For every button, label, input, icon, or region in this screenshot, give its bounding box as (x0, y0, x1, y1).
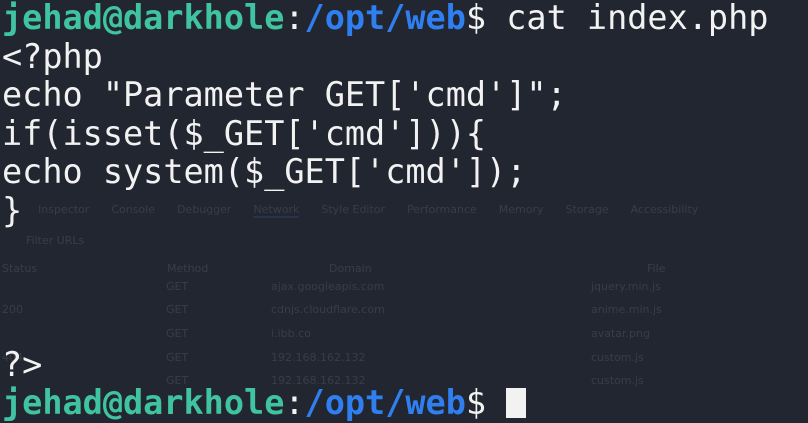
cwd: /opt/web (304, 383, 466, 422)
output-line: <?php (2, 36, 103, 76)
prompt-symbol: $ (465, 0, 507, 37)
command: cat index.php (506, 0, 769, 37)
user-host: jehad@darkhole (2, 383, 285, 422)
cursor (506, 388, 527, 418)
output-line: echo "Parameter GET['cmd']"; (2, 75, 567, 114)
prompt-line: jehad@darkhole:/opt/web$ cat index.php (2, 0, 769, 37)
output-line: ?> (2, 344, 43, 384)
output-line: if(isset($_GET['cmd'])){ (2, 113, 487, 153)
output-line: } (2, 190, 23, 230)
terminal[interactable]: jehad@darkhole:/opt/web$ cat index.php <… (2, 0, 768, 423)
cwd: /opt/web (304, 0, 466, 37)
prompt-line[interactable]: jehad@darkhole:/opt/web$ (2, 383, 768, 423)
prompt-symbol: $ (465, 383, 507, 422)
output-line: echo system($_GET['cmd']); (2, 152, 527, 191)
user-host: jehad@darkhole (2, 0, 285, 37)
